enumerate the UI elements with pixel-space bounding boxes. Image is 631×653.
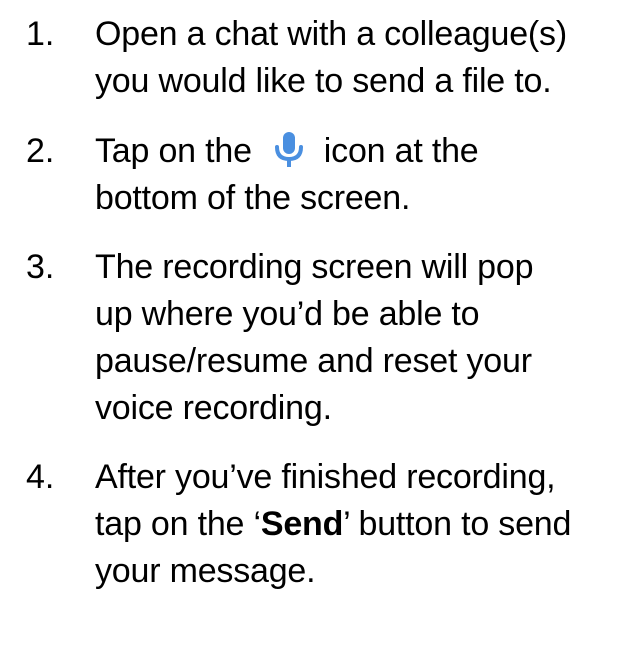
microphone-icon xyxy=(252,132,324,168)
step-text-before-bold: tap on the ‘ xyxy=(95,505,261,543)
step-text: Tap on the icon at the bottom of the scr… xyxy=(95,128,625,222)
step-text: Open a chat with a colleague(s) you woul… xyxy=(95,11,625,105)
step-text-after-icon: icon at the xyxy=(323,132,479,170)
step-number: 1. xyxy=(26,15,55,53)
step-number: 3. xyxy=(26,248,55,286)
step-line: voice recording. xyxy=(95,389,332,427)
step-line: tap on the ‘Send’ button to send xyxy=(95,501,625,548)
step-text: After you’ve finished recording, tap on … xyxy=(95,454,625,595)
step-text: The recording screen will pop up where y… xyxy=(95,244,625,432)
step-line: up where you’d be able to xyxy=(95,295,480,333)
step-line: you would like to send a file to. xyxy=(95,62,552,100)
step-line: After you’ve finished recording, xyxy=(95,458,556,496)
step-line: your message. xyxy=(95,552,316,590)
step-number: 4. xyxy=(26,458,55,496)
send-label: Send xyxy=(260,505,344,543)
instruction-steps: 1. Open a chat with a colleague(s) you w… xyxy=(0,0,631,653)
step-line: Open a chat with a colleague(s) xyxy=(95,15,567,53)
step-line: The recording screen will pop xyxy=(95,248,534,286)
step-text-after-bold: ’ button to send xyxy=(343,505,572,543)
step-text-before-icon: Tap on the xyxy=(95,132,252,170)
step-number: 2. xyxy=(26,132,55,170)
step-line: bottom of the screen. xyxy=(95,179,411,217)
step-line: pause/resume and reset your xyxy=(95,342,532,380)
step-line: Tap on the icon at the xyxy=(95,128,625,175)
